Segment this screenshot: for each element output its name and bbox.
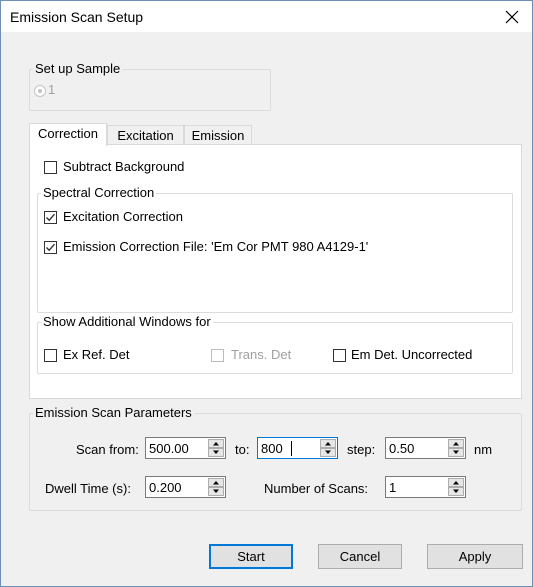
scan-to-down-button[interactable]	[320, 448, 336, 457]
dwell-time-up-button[interactable]	[208, 478, 224, 487]
arrow-up-icon	[453, 442, 459, 446]
scan-from-stepper[interactable]: 500.00	[145, 437, 226, 459]
apply-button[interactable]: Apply	[427, 544, 523, 569]
arrow-down-icon	[325, 450, 331, 454]
step-down-button[interactable]	[448, 448, 464, 457]
dwell-time-value: 0.200	[149, 480, 182, 495]
arrow-down-icon	[213, 489, 219, 493]
scan-from-label: Scan from:	[76, 442, 139, 457]
subtract-background-checkbox[interactable]	[44, 161, 57, 174]
arrow-up-icon	[325, 442, 331, 446]
arrow-down-icon	[213, 450, 219, 454]
scan-to-up-button[interactable]	[320, 439, 336, 448]
step-stepper[interactable]: 0.50	[385, 437, 466, 459]
scan-parameters-legend: Emission Scan Parameters	[33, 405, 194, 420]
dwell-time-label: Dwell Time (s):	[45, 481, 131, 496]
number-of-scans-up-button[interactable]	[448, 478, 464, 487]
step-value: 0.50	[389, 441, 415, 456]
unit-label: nm	[474, 442, 493, 457]
em-det-uncorrected-checkbox[interactable]	[333, 349, 346, 362]
scan-from-up-button[interactable]	[208, 439, 224, 448]
tab-emission[interactable]: Emission	[184, 125, 252, 145]
scan-to-value: 800	[261, 441, 283, 456]
number-of-scans-stepper[interactable]: 1	[385, 476, 466, 498]
subtract-background-label: Subtract Background	[63, 159, 185, 174]
excitation-correction-label: Excitation Correction	[63, 209, 183, 224]
tab-excitation-label: Excitation	[117, 128, 174, 143]
dialog-window: Emission Scan Setup Set up Sample 1 Corr…	[0, 0, 533, 587]
close-button[interactable]	[492, 1, 532, 32]
setup-sample-legend: Set up Sample	[33, 61, 123, 76]
arrow-up-icon	[213, 481, 219, 485]
checkmark-icon	[46, 243, 56, 252]
arrow-down-icon	[453, 489, 459, 493]
cancel-button[interactable]: Cancel	[318, 544, 402, 569]
sample-radio-label: 1	[48, 82, 56, 97]
tab-correction-label: Correction	[38, 126, 98, 141]
tab-emission-label: Emission	[191, 128, 245, 143]
ex-ref-det-label: Ex Ref. Det	[63, 347, 130, 362]
ex-ref-det-checkbox[interactable]	[44, 349, 57, 362]
to-label: to:	[235, 442, 250, 457]
emission-correction-label: Emission Correction File: 'Em Cor PMT 98…	[63, 239, 369, 254]
window-title: Emission Scan Setup	[10, 9, 144, 25]
trans-det-label: Trans. Det	[231, 347, 292, 362]
number-of-scans-label: Number of Scans:	[264, 481, 369, 496]
step-label: step:	[347, 442, 376, 457]
text-caret	[291, 441, 292, 456]
em-det-uncorrected-label: Em Det. Uncorrected	[351, 347, 473, 362]
title-bar[interactable]: Emission Scan Setup	[1, 1, 532, 32]
dwell-time-stepper[interactable]: 0.200	[145, 476, 226, 498]
scan-from-value: 500.00	[149, 441, 189, 456]
sample-radio[interactable]	[34, 85, 46, 97]
trans-det-checkbox[interactable]	[211, 349, 224, 362]
step-up-button[interactable]	[448, 439, 464, 448]
arrow-down-icon	[453, 450, 459, 454]
number-of-scans-value: 1	[389, 480, 397, 495]
arrow-up-icon	[213, 442, 219, 446]
additional-windows-legend: Show Additional Windows for	[41, 314, 213, 329]
tab-excitation[interactable]: Excitation	[107, 125, 184, 145]
spectral-correction-legend: Spectral Correction	[41, 185, 157, 200]
arrow-up-icon	[453, 481, 459, 485]
dwell-time-down-button[interactable]	[208, 487, 224, 496]
scan-from-down-button[interactable]	[208, 448, 224, 457]
tab-correction[interactable]: Correction	[29, 123, 107, 146]
excitation-correction-checkbox[interactable]	[44, 211, 57, 224]
scan-to-stepper[interactable]: 800	[257, 437, 338, 459]
close-icon	[505, 10, 519, 23]
emission-correction-checkbox[interactable]	[44, 241, 57, 254]
checkmark-icon	[46, 213, 56, 222]
start-button[interactable]: Start	[209, 544, 293, 569]
number-of-scans-down-button[interactable]	[448, 487, 464, 496]
